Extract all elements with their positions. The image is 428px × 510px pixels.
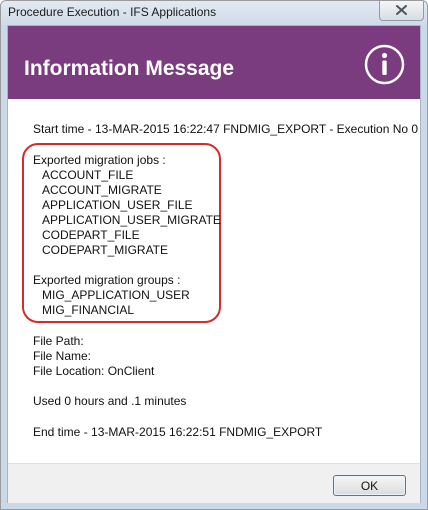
close-icon	[396, 5, 407, 15]
title-bar[interactable]: Procedure Execution - IFS Applications	[1, 1, 427, 25]
ok-button[interactable]: OK	[333, 475, 406, 496]
job-item: APPLICATION_USER_MIGRATE	[42, 213, 221, 227]
groups-heading: Exported migration groups :	[33, 273, 181, 287]
job-item: CODEPART_FILE	[42, 228, 140, 242]
message-content: Start time - 13-MAR-2015 16:22:47 FNDMIG…	[8, 99, 420, 463]
used-time-line: Used 0 hours and .1 minutes	[33, 394, 187, 408]
dialog-body: Information Message Start time - 13-MAR-…	[7, 25, 421, 503]
file-location-line: File Location: OnClient	[33, 364, 155, 378]
header-title: Information Message	[24, 57, 235, 80]
job-item: APPLICATION_USER_FILE	[42, 198, 193, 212]
job-item: ACCOUNT_MIGRATE	[42, 183, 162, 197]
window-title: Procedure Execution - IFS Applications	[8, 5, 217, 19]
jobs-heading: Exported migration jobs :	[33, 153, 166, 167]
job-item: ACCOUNT_FILE	[42, 168, 134, 182]
file-path-line: File Path:	[33, 334, 84, 348]
file-name-line: File Name:	[33, 349, 92, 363]
info-icon	[364, 44, 405, 85]
group-item: MIG_APPLICATION_USER	[42, 288, 190, 302]
close-button[interactable]	[379, 1, 424, 21]
group-item: MIG_FINANCIAL	[42, 303, 135, 317]
dialog-window: Procedure Execution - IFS Applications I…	[0, 0, 428, 510]
end-time-line: End time - 13-MAR-2015 16:22:51 FNDMIG_E…	[33, 425, 323, 439]
dialog-footer: OK	[8, 463, 420, 503]
header-band: Information Message	[8, 26, 420, 99]
job-item: CODEPART_MIGRATE	[42, 243, 169, 257]
start-time-line: Start time - 13-MAR-2015 16:22:47 FNDMIG…	[33, 122, 419, 136]
